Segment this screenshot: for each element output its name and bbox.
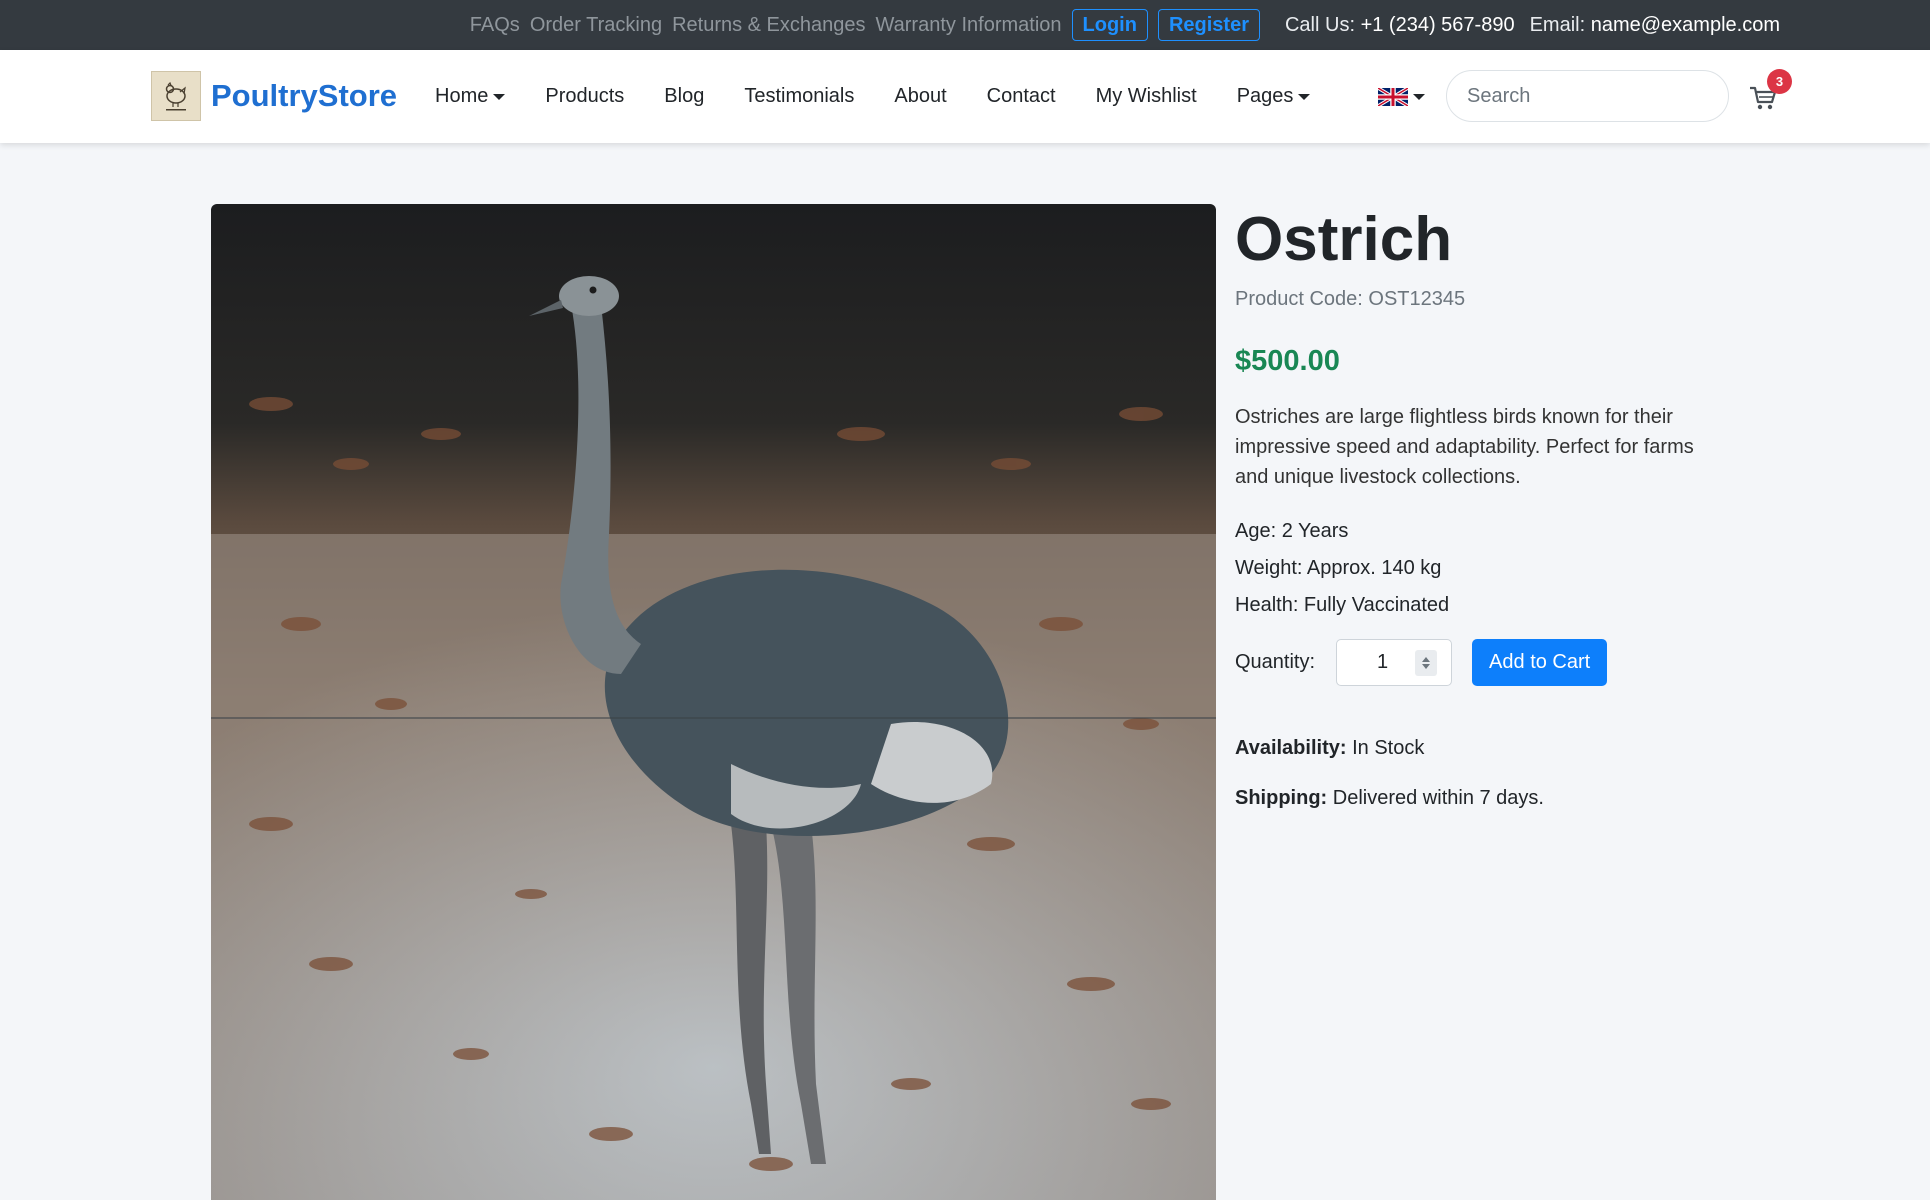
nav-pages[interactable]: Pages (1237, 85, 1311, 108)
nav-menu: Home Products Blog Testimonials About Co… (435, 50, 1350, 143)
shipping-value: Delivered within 7 days. (1332, 787, 1544, 809)
nav-testimonials[interactable]: Testimonials (744, 85, 854, 108)
chevron-up-icon[interactable] (1422, 656, 1431, 662)
quantity-value: 1 (1377, 651, 1389, 673)
login-button[interactable]: Login (1071, 9, 1148, 41)
product-description: Ostriches are large flightless birds kno… (1235, 406, 1694, 488)
order-tracking-link[interactable]: Order Tracking (530, 14, 662, 37)
chevron-down-icon (493, 93, 506, 100)
nav-products-label: Products (545, 85, 625, 107)
nav-testimonials-label: Testimonials (744, 85, 855, 107)
quantity-stepper[interactable]: 1 (1336, 639, 1453, 686)
nav-about[interactable]: About (894, 85, 946, 108)
product-title: Ostrich (1235, 205, 1453, 274)
brand-name[interactable]: PoultryStore (211, 78, 397, 114)
warranty-information-link[interactable]: Warranty Information (876, 14, 1062, 37)
nav-contact-label: Contact (986, 85, 1056, 107)
returns-exchanges-link[interactable]: Returns & Exchanges (672, 14, 865, 37)
nav-home[interactable]: Home (435, 85, 506, 108)
chicken-logo-icon (165, 81, 186, 111)
chevron-down-icon (1413, 94, 1425, 100)
product-health: Health: Fully Vaccinated (1235, 594, 1450, 616)
product-price: $500.00 (1235, 345, 1340, 377)
faqs-link[interactable]: FAQs (470, 14, 520, 37)
call-label: Call Us: (1284, 13, 1355, 36)
add-to-cart-button[interactable]: Add to Cart (1472, 639, 1608, 686)
quantity-label: Quantity: (1235, 651, 1316, 673)
chevron-down-icon[interactable] (1422, 663, 1431, 669)
chevron-down-icon (1298, 93, 1311, 100)
nav-pages-label: Pages (1236, 85, 1294, 107)
nav-home-label: Home (435, 85, 489, 107)
top-bar: FAQs Order Tracking Returns & Exchanges … (0, 0, 1930, 50)
nav-contact[interactable]: Contact (987, 85, 1056, 108)
availability-info: Availability: In Stock (1235, 734, 1735, 762)
email-label: Email: (1529, 13, 1586, 36)
availability-value: In Stock (1352, 737, 1425, 759)
ostrich-image (211, 204, 1216, 1200)
email-contact: Email: name@example.com (1530, 14, 1780, 37)
language-selector[interactable] (1378, 88, 1425, 106)
product-age: Age: 2 Years (1235, 520, 1349, 542)
quantity-row: Quantity: 1 Add to Cart (1235, 639, 1735, 686)
uk-flag-icon (1378, 88, 1408, 106)
phone-number[interactable]: +1 (234) 567-890 (1361, 14, 1515, 36)
nav-blog[interactable]: Blog (664, 85, 704, 108)
nav-products[interactable]: Products (545, 85, 624, 108)
shipping-label: Shipping: (1235, 787, 1328, 809)
availability-label: Availability: (1235, 737, 1347, 759)
quantity-spinner[interactable] (1415, 649, 1438, 676)
product-code: Product Code: OST12345 (1235, 288, 1466, 310)
nav-my-wishlist[interactable]: My Wishlist (1096, 85, 1197, 108)
register-button[interactable]: Register (1157, 9, 1260, 41)
cart-count-badge: 3 (1767, 69, 1792, 94)
nav-my-wishlist-label: My Wishlist (1095, 85, 1197, 107)
product-details: Ostrich Product Code: OST12345 $500.00 O… (1235, 204, 1735, 812)
main-navbar: PoultryStore Home Products Blog Testimon… (0, 50, 1930, 143)
nav-about-label: About (894, 85, 947, 107)
search-input[interactable] (1446, 70, 1729, 122)
product-image (211, 204, 1216, 1200)
shipping-info: Shipping: Delivered within 7 days. (1235, 784, 1735, 812)
phone-contact: Call Us: +1 (234) 567-890 (1285, 14, 1515, 37)
email-address[interactable]: name@example.com (1591, 14, 1780, 36)
nav-blog-label: Blog (664, 85, 705, 107)
product-weight: Weight: Approx. 140 kg (1235, 557, 1442, 579)
store-logo[interactable] (151, 71, 201, 121)
